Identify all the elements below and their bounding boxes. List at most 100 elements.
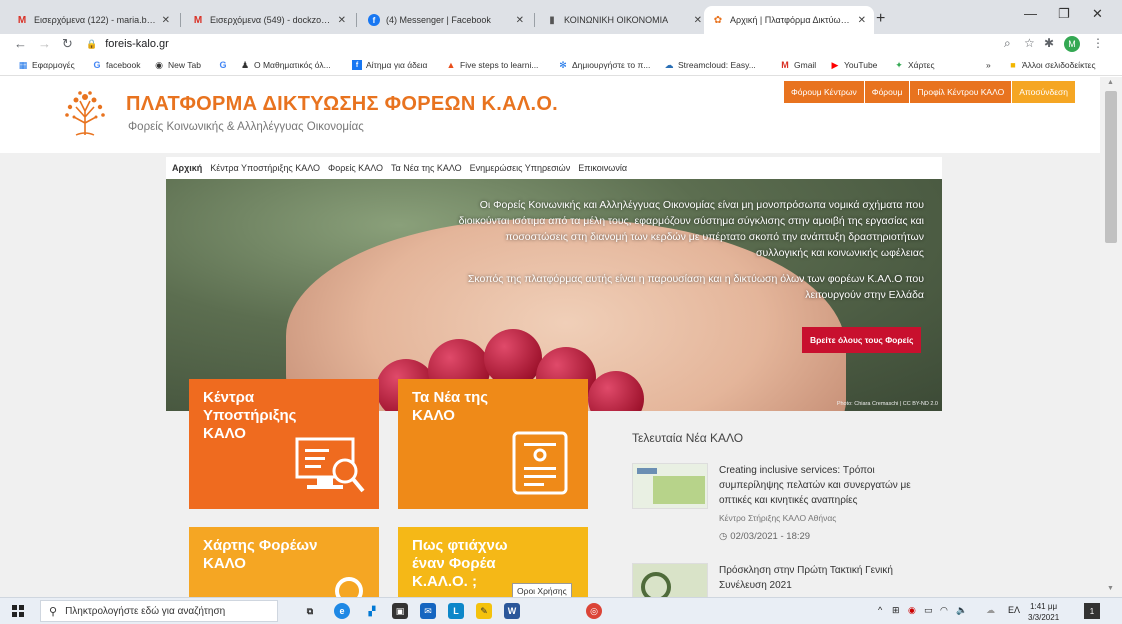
tile-support-centers[interactable]: Κέντρα Υποστήριξης ΚΑΛΟ [189, 379, 379, 509]
scroll-down-icon[interactable]: ▼ [1107, 585, 1114, 592]
app-l-icon[interactable]: L [448, 603, 464, 619]
maps-icon: ✦ [895, 59, 903, 70]
bookmark-youtube[interactable]: ▶ YouTube [830, 60, 878, 71]
close-icon[interactable]: ✕ [516, 15, 524, 26]
browser-tab[interactable]: M Εισερχόμενα (549) - dockzonein... ✕ [184, 6, 354, 34]
new-tab-button[interactable]: + [876, 10, 885, 28]
find-organizations-button[interactable]: Βρείτε όλους τους Φορείς [802, 327, 922, 353]
windows-taskbar: ⚲ Πληκτρολογήστε εδώ για αναζήτηση ⧉ e ▞… [0, 597, 1122, 624]
news-item[interactable]: Πρόσκληση στην Πρώτη Τακτική Γενική Συνέ… [632, 563, 932, 597]
apps-grid-icon: ▦ [18, 59, 28, 70]
close-window-icon[interactable]: ✕ [1092, 6, 1103, 22]
scroll-up-icon[interactable]: ▲ [1107, 79, 1114, 86]
person-icon: ♟ [240, 59, 250, 70]
menu-icon[interactable]: ⋮ [1092, 36, 1104, 50]
topnav-logout[interactable]: Αποσύνδεση [1012, 81, 1076, 103]
minimize-icon[interactable]: — [1024, 6, 1037, 21]
bookmark-leave[interactable]: f Αίτημα για άδεια [352, 60, 427, 70]
edge-icon[interactable]: e [334, 603, 350, 619]
news-title[interactable]: Πρόσκληση στην Πρώτη Τακτική Γενική Συνέ… [719, 563, 939, 593]
nav-news[interactable]: Τα Νέα της ΚΑΛΟ [391, 163, 462, 173]
hero-banner: Οι Φορείς Κοινωνικής και Αλληλέγγυας Οικ… [166, 179, 942, 411]
nav-support-centers[interactable]: Κέντρα Υποστήριξης ΚΑΛΟ [210, 163, 320, 173]
kalo-logo-icon[interactable] [62, 87, 108, 137]
battery-icon[interactable]: ▭ [924, 605, 933, 616]
close-icon[interactable]: ✕ [162, 15, 170, 26]
bookmark-facebook[interactable]: Gfacebook [92, 60, 140, 70]
close-icon[interactable]: ✕ [338, 15, 346, 26]
mail-icon[interactable]: ✉ [420, 603, 436, 619]
bookmark-g[interactable]: G [218, 60, 232, 70]
bookmark-math[interactable]: ♟ Ο Μαθηματικός όλ... [240, 59, 331, 71]
bookmarks-overflow[interactable]: » [986, 60, 991, 70]
close-icon[interactable]: ✕ [858, 15, 866, 26]
word-icon[interactable]: W [504, 603, 520, 619]
tray-chevron-icon[interactable]: ^ [878, 605, 882, 615]
tile-news[interactable]: Τα Νέα της ΚΑΛΟ [398, 379, 588, 509]
system-clock[interactable]: 1:41 μμ 3/3/2021 [1028, 601, 1059, 623]
bookmark-star-icon[interactable]: ☆ [1024, 36, 1035, 50]
facebook-icon: f [368, 14, 380, 26]
browser-tab[interactable]: ▮ ΚΟΙΝΩΝΙΚΗ ΟΙΚΟΝΟΜΙΑ ✕ [538, 6, 710, 34]
browser-tab-active[interactable]: ✿ Αρχική | Πλατφόρμα Δικτύωσης ✕ [704, 6, 874, 34]
forward-icon[interactable]: → [38, 36, 51, 51]
gmail-icon: M [17, 14, 27, 26]
page-scrollbar[interactable]: ▲ ▼ [1100, 77, 1122, 597]
shopping-bag-icon[interactable]: ▣ [392, 603, 408, 619]
zoom-icon[interactable]: ⌕ [1004, 36, 1011, 51]
chrome-icon[interactable]: ◎ [586, 603, 602, 619]
news-thumbnail [632, 463, 708, 509]
close-icon[interactable]: ✕ [694, 15, 702, 26]
bookmark-create[interactable]: ✻ Δημιουργήστε το π... [558, 59, 650, 71]
tile-label: Τα Νέα της ΚΑΛΟ [412, 389, 489, 424]
bookmark-other[interactable]: ■ Άλλοι σελιδοδείκτες [1008, 60, 1095, 70]
browser-tab[interactable]: M Εισερχόμενα (122) - maria.britz@... ✕ [8, 6, 178, 34]
bookmark-streamcloud[interactable]: ☁ Streamcloud: Easy... [664, 60, 756, 71]
nav-contact[interactable]: Επικοινωνία [578, 163, 627, 173]
folder-icon: ■ [1010, 60, 1016, 70]
browser-tab[interactable]: f (4) Messenger | Facebook ✕ [360, 6, 532, 34]
scrollbar-thumb[interactable] [1105, 91, 1117, 243]
topnav-forum-centers[interactable]: Φόρουμ Κέντρων [784, 81, 865, 103]
bookmark-logo-icon: ✻ [559, 59, 567, 70]
bookmark-apps[interactable]: ▦ Εφαρμογές [18, 59, 75, 71]
paint-icon[interactable]: ✎ [476, 603, 492, 619]
topnav-center-profile[interactable]: Προφίλ Κέντρου ΚΑΛΟ [910, 81, 1013, 103]
tile-map[interactable]: Χάρτης Φορέων ΚΑΛΟ [189, 527, 379, 597]
extensions-icon[interactable]: ✱ [1044, 36, 1054, 50]
bookmark-gmail[interactable]: M Gmail [780, 60, 816, 70]
site-header: ΠΛΑΤΦΟΡΜΑ ΔΙΚΤΥΩΣΗΣ ΦΟΡΕΩΝ Κ.ΑΛ.Ο. Φορεί… [0, 77, 1100, 153]
address-bar[interactable]: 🔒 foreis-kalo.gr [86, 34, 1046, 54]
nav-service-updates[interactable]: Ενημερώσεις Υπηρεσιών [470, 163, 571, 173]
bookmark-newtab[interactable]: ◉ New Tab [154, 60, 201, 71]
tab-title: Εισερχόμενα (549) - dockzonein... [210, 15, 332, 25]
back-icon[interactable]: ← [14, 36, 27, 51]
nav-home[interactable]: Αρχική [172, 163, 202, 173]
store-icon[interactable]: ▞ [364, 603, 380, 619]
nav-organizations[interactable]: Φορείς ΚΑΛΟ [328, 163, 383, 173]
profile-avatar[interactable]: M [1064, 36, 1080, 52]
task-view-icon[interactable]: ⧉ [302, 603, 318, 619]
topnav-forum[interactable]: Φόρουμ [864, 81, 911, 103]
taskbar-search[interactable]: ⚲ Πληκτρολογήστε εδώ για αναζήτηση [40, 600, 278, 622]
news-item[interactable]: Creating inclusive services: Τρόποι συμπ… [632, 463, 932, 543]
hero-paragraph: Σκοπός της πλατφόρμας αυτής είναι η παρο… [467, 273, 924, 301]
web-page: ΠΛΑΤΦΟΡΜΑ ΔΙΚΤΥΩΣΗΣ ΦΟΡΕΩΝ Κ.ΑΛ.Ο. Φορεί… [0, 77, 1100, 597]
maximize-icon[interactable]: ❐ [1058, 6, 1070, 22]
site-subtitle: Φορείς Κοινωνικής & Αλληλέγγυας Οικονομί… [128, 121, 364, 133]
bookmark-maps[interactable]: ✦ Χάρτες [894, 59, 934, 71]
tray-antivirus-icon[interactable]: ◉ [908, 605, 916, 616]
notifications-icon[interactable]: 1 [1084, 603, 1100, 619]
site-title[interactable]: ΠΛΑΤΦΟΡΜΑ ΔΙΚΤΥΩΣΗΣ ΦΟΡΕΩΝ Κ.ΑΛ.Ο. [126, 93, 558, 116]
volume-icon[interactable]: 🔈 [956, 605, 967, 616]
latest-news-heading: Τελευταία Νέα ΚΑΛΟ [632, 431, 744, 445]
windows-start-icon[interactable] [12, 605, 24, 617]
news-title[interactable]: Creating inclusive services: Τρόποι συμπ… [719, 463, 939, 508]
input-language[interactable]: ΕΛ [1008, 605, 1020, 615]
bookmark-five-steps[interactable]: ▲ Five steps to learni... [446, 60, 539, 70]
url-text: foreis-kalo.gr [105, 38, 169, 50]
wifi-icon[interactable]: ◠ [940, 605, 948, 616]
reload-icon[interactable]: ↻ [62, 36, 73, 52]
cloud-icon[interactable]: ☁ [986, 605, 995, 616]
tray-app-icon[interactable]: ⊞ [892, 605, 900, 616]
